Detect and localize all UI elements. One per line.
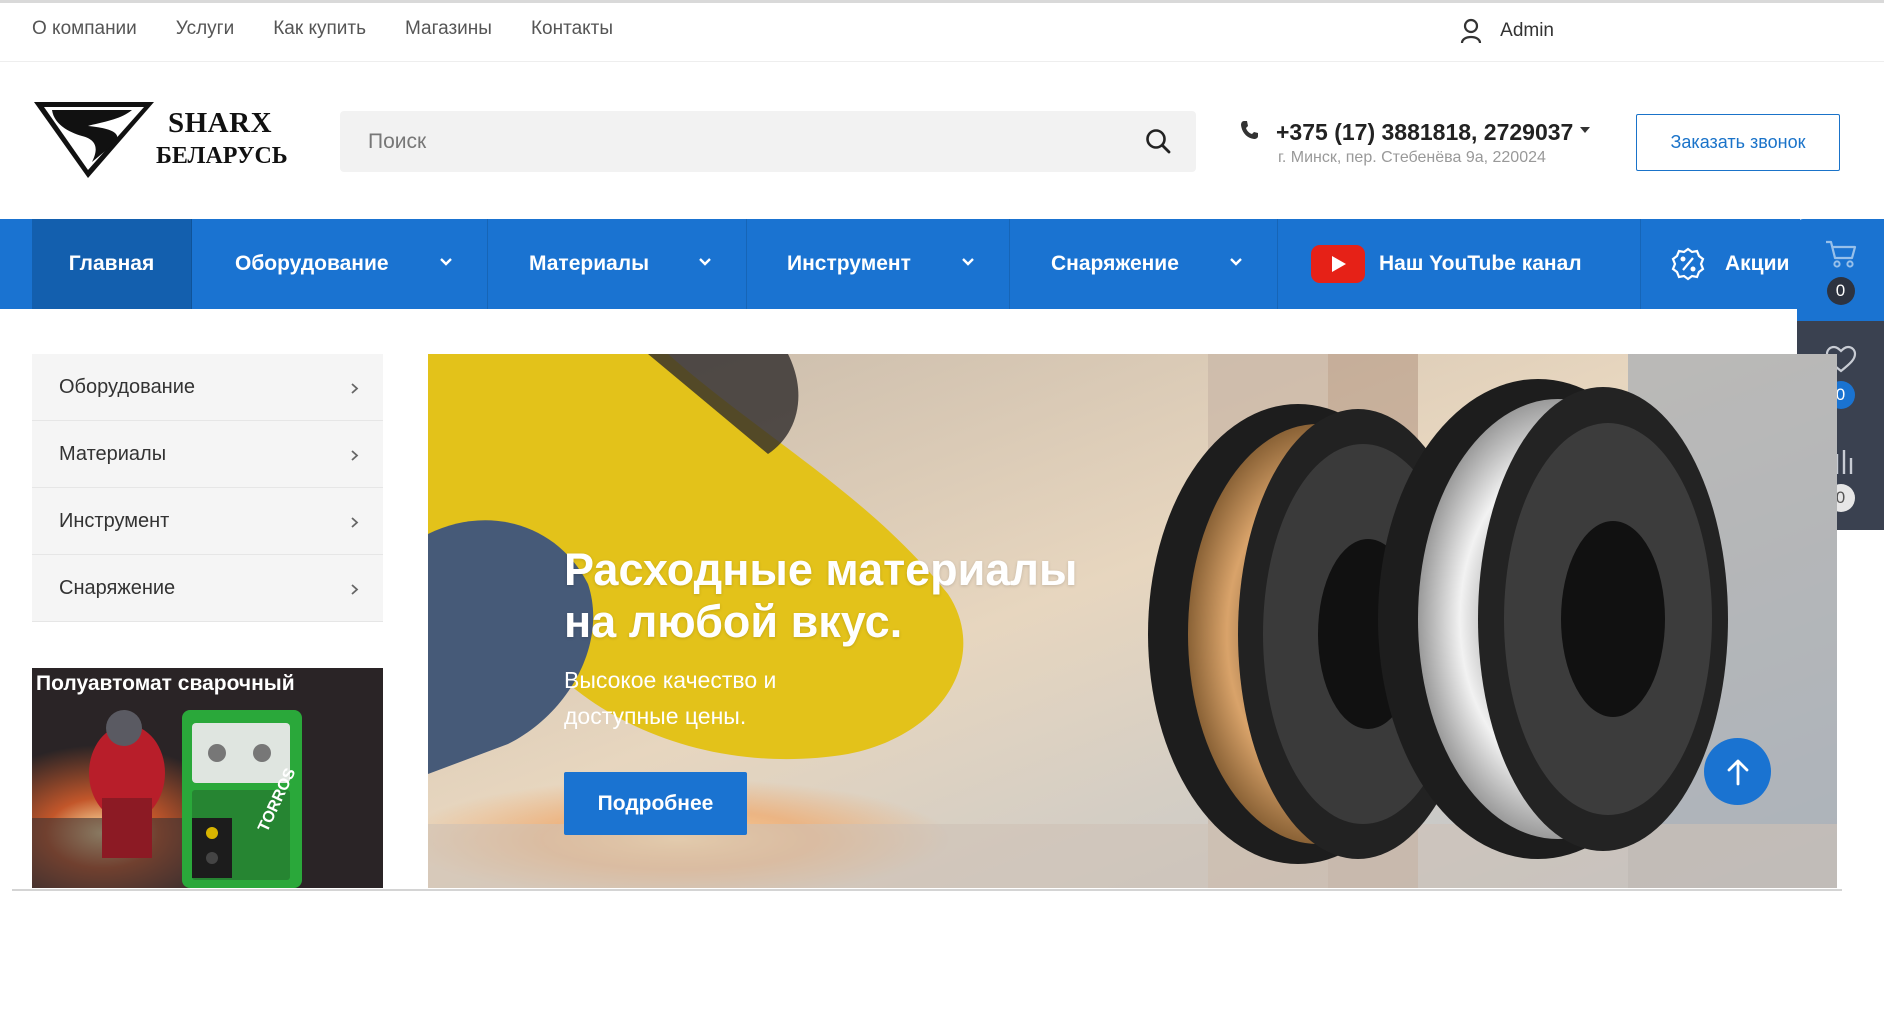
catalog-menu: Оборудование Материалы Инструмент Снаряж… bbox=[32, 354, 383, 622]
nav-tools[interactable]: Инструмент bbox=[747, 219, 1010, 309]
callback-button[interactable]: Заказать звонок bbox=[1636, 114, 1840, 171]
nav-gear[interactable]: Снаряжение bbox=[1010, 219, 1278, 309]
search-bar bbox=[340, 111, 1196, 172]
top-nav: О компании Услуги Как купить Магазины Ко… bbox=[32, 3, 652, 55]
top-nav-how-to-buy[interactable]: Как купить bbox=[273, 18, 366, 40]
nav-youtube-label: Наш YouTube канал bbox=[1379, 252, 1582, 275]
top-nav-about[interactable]: О компании bbox=[32, 18, 137, 40]
nav-gear-label: Снаряжение bbox=[1051, 252, 1179, 275]
address: г. Минск, пер. Стебенёва 9а, 220024 bbox=[1278, 149, 1546, 166]
percent-icon bbox=[1671, 247, 1705, 281]
chevron-right-icon bbox=[351, 517, 359, 528]
hero-slider: Расходные материалы на любой вкус. Высок… bbox=[428, 354, 1837, 888]
chevron-down-icon bbox=[962, 258, 974, 266]
hero-more-button[interactable]: Подробнее bbox=[564, 772, 747, 835]
nav-home[interactable]: Главная bbox=[32, 219, 192, 309]
catalog-item-label: Материалы bbox=[59, 442, 167, 465]
chevron-right-icon bbox=[351, 450, 359, 461]
cart-button[interactable]: 0 bbox=[1797, 219, 1884, 321]
scroll-to-top-button[interactable] bbox=[1704, 738, 1771, 805]
nav-equipment[interactable]: Оборудование bbox=[192, 219, 488, 309]
logo[interactable]: SHARX БЕЛАРУСЬ bbox=[32, 98, 288, 180]
phone-dropdown-icon[interactable] bbox=[1580, 127, 1590, 133]
user-account[interactable]: Admin bbox=[1460, 13, 1554, 49]
nav-promotions-label: Акции bbox=[1725, 252, 1790, 275]
phone-icon bbox=[1241, 121, 1258, 139]
top-nav-contacts[interactable]: Контакты bbox=[531, 18, 613, 40]
user-icon bbox=[1461, 18, 1482, 44]
nav-equipment-label: Оборудование bbox=[235, 252, 389, 275]
cart-icon bbox=[1825, 240, 1856, 268]
catalog-item-tools[interactable]: Инструмент bbox=[32, 488, 383, 555]
top-nav-stores[interactable]: Магазины bbox=[405, 18, 492, 40]
chevron-down-icon bbox=[440, 258, 452, 266]
catalog-item-label: Оборудование bbox=[59, 375, 196, 398]
promo-title: Полуавтомат сварочный bbox=[36, 672, 295, 695]
catalog-item-equipment[interactable]: Оборудование bbox=[32, 354, 383, 421]
chevron-down-icon bbox=[699, 258, 711, 266]
header: SHARX БЕЛАРУСЬ +375 (17) 3881818, 272903… bbox=[0, 62, 1884, 219]
catalog-item-label: Инструмент bbox=[59, 509, 170, 532]
hero-title: Расходные материалы на любой вкус. bbox=[564, 544, 1078, 647]
nav-youtube[interactable]: Наш YouTube канал bbox=[1278, 219, 1641, 309]
catalog-item-gear[interactable]: Снаряжение bbox=[32, 555, 383, 622]
main-nav: Главная Оборудование Материалы Инструмен… bbox=[0, 219, 1800, 309]
promo-image: TORROS bbox=[32, 668, 383, 888]
nav-home-label: Главная bbox=[68, 252, 155, 275]
youtube-icon bbox=[1311, 245, 1365, 283]
chevron-down-icon bbox=[1230, 258, 1242, 266]
content-divider bbox=[12, 889, 1842, 891]
search-input[interactable] bbox=[340, 111, 1120, 172]
top-nav-services[interactable]: Услуги bbox=[176, 18, 234, 40]
search-icon[interactable] bbox=[1144, 127, 1172, 155]
cart-count-badge: 0 bbox=[1826, 277, 1855, 305]
nav-materials[interactable]: Материалы bbox=[488, 219, 747, 309]
top-bar: О компании Услуги Как купить Магазины Ко… bbox=[0, 3, 1884, 62]
catalog-item-materials[interactable]: Материалы bbox=[32, 421, 383, 488]
nav-tools-label: Инструмент bbox=[787, 252, 911, 275]
user-name: Admin bbox=[1500, 20, 1554, 41]
shark-logo-icon bbox=[34, 102, 154, 178]
logo-text-country: БЕЛАРУСЬ bbox=[156, 143, 288, 169]
promo-banner-welder[interactable]: TORROS Полуавтомат сварочный bbox=[32, 668, 383, 888]
chevron-right-icon bbox=[351, 584, 359, 595]
nav-materials-label: Материалы bbox=[529, 252, 650, 275]
phone-number[interactable]: +375 (17) 3881818, 2729037 bbox=[1276, 119, 1573, 146]
chevron-right-icon bbox=[351, 383, 359, 394]
nav-promotions[interactable]: Акции bbox=[1641, 219, 1800, 309]
arrow-up-icon bbox=[1727, 759, 1748, 785]
hero-subtitle: Высокое качество и доступные цены. bbox=[564, 667, 777, 729]
logo-text-brand: SHARX bbox=[168, 107, 273, 139]
catalog-item-label: Снаряжение bbox=[59, 576, 176, 599]
